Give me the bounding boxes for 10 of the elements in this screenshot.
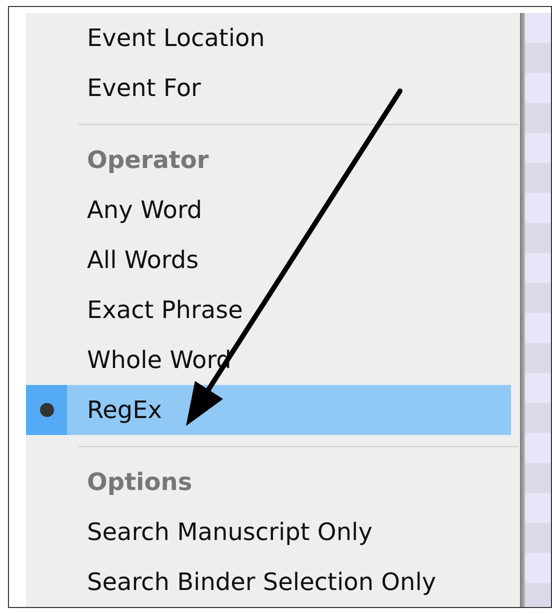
menu-item[interactable]: Event For (26, 63, 511, 113)
menu-item[interactable]: Exact Phrase (26, 285, 511, 335)
menu-item[interactable]: Search Binder Selection Only (26, 557, 511, 607)
section-header: Operator (86, 146, 209, 174)
menu-item[interactable]: All Words (26, 235, 511, 285)
menu-item[interactable]: Search Manuscript Only (26, 507, 511, 557)
menu-item[interactable]: Event Location (26, 13, 511, 63)
menu-item[interactable]: Any Word (26, 185, 511, 235)
menu-item[interactable]: RegEx (26, 385, 511, 435)
section-header: Options (86, 468, 192, 496)
